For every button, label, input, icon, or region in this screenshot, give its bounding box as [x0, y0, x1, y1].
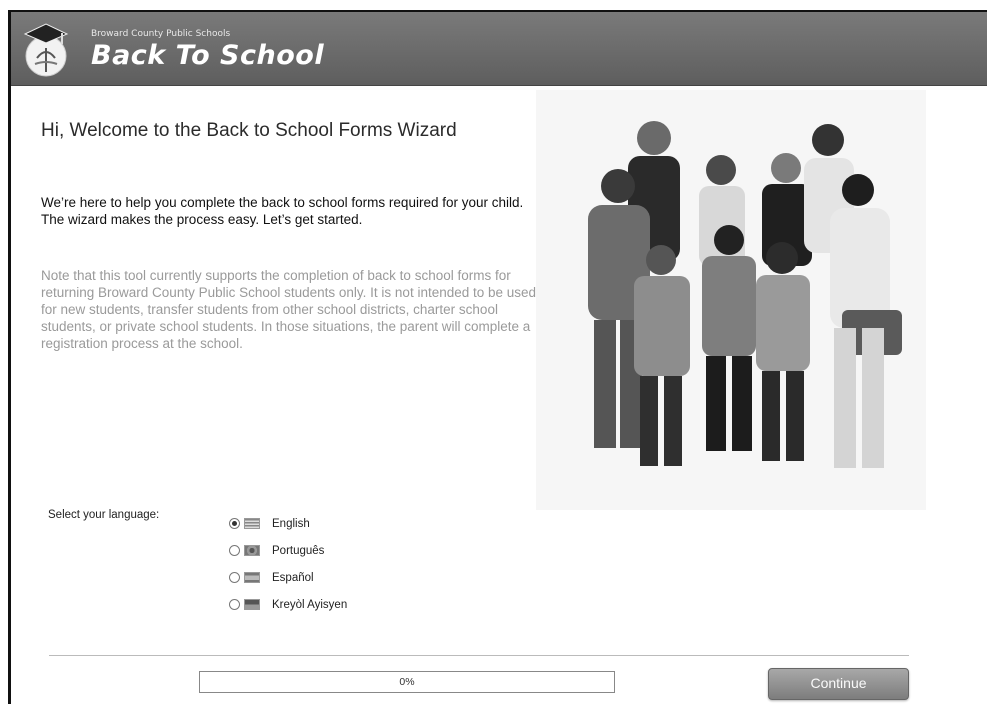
students-photo	[536, 90, 926, 510]
school-logo-icon	[23, 23, 69, 77]
language-label: Português	[272, 544, 325, 557]
progress-bar: 0%	[199, 671, 615, 693]
progress-text: 0%	[399, 676, 415, 688]
language-select-label: Select your language:	[48, 509, 160, 521]
spain-flag-icon	[244, 572, 260, 583]
brazil-flag-icon	[244, 545, 260, 556]
language-option-portuguese[interactable]: Português	[229, 537, 347, 564]
radio-button[interactable]	[229, 545, 240, 556]
haiti-flag-icon	[244, 599, 260, 610]
intro-text: We’re here to help you complete the back…	[41, 195, 524, 227]
language-label: Kreyòl Ayisyen	[272, 598, 348, 611]
language-label: English	[272, 517, 310, 530]
language-option-english[interactable]: English	[229, 510, 347, 537]
radio-button-selected[interactable]	[229, 518, 240, 529]
app-window: Broward County Public Schools Back To Sc…	[8, 10, 987, 704]
radio-button[interactable]	[229, 599, 240, 610]
app-header: Broward County Public Schools Back To Sc…	[11, 12, 987, 86]
language-option-haitian-creole[interactable]: Kreyòl Ayisyen	[229, 591, 347, 618]
note-text: Note that this tool currently supports t…	[41, 268, 537, 351]
org-name: Broward County Public Schools	[91, 29, 231, 39]
us-flag-icon	[244, 518, 260, 529]
page-title: Hi, Welcome to the Back to School Forms …	[41, 120, 457, 141]
language-option-spanish[interactable]: Español	[229, 564, 347, 591]
language-options: English Português Español Kreyòl Ayisyen	[229, 510, 347, 618]
app-title: Back To School	[91, 40, 325, 71]
continue-button[interactable]: Continue	[768, 668, 909, 700]
footer-divider	[49, 655, 909, 656]
language-label: Español	[272, 571, 314, 584]
radio-button[interactable]	[229, 572, 240, 583]
